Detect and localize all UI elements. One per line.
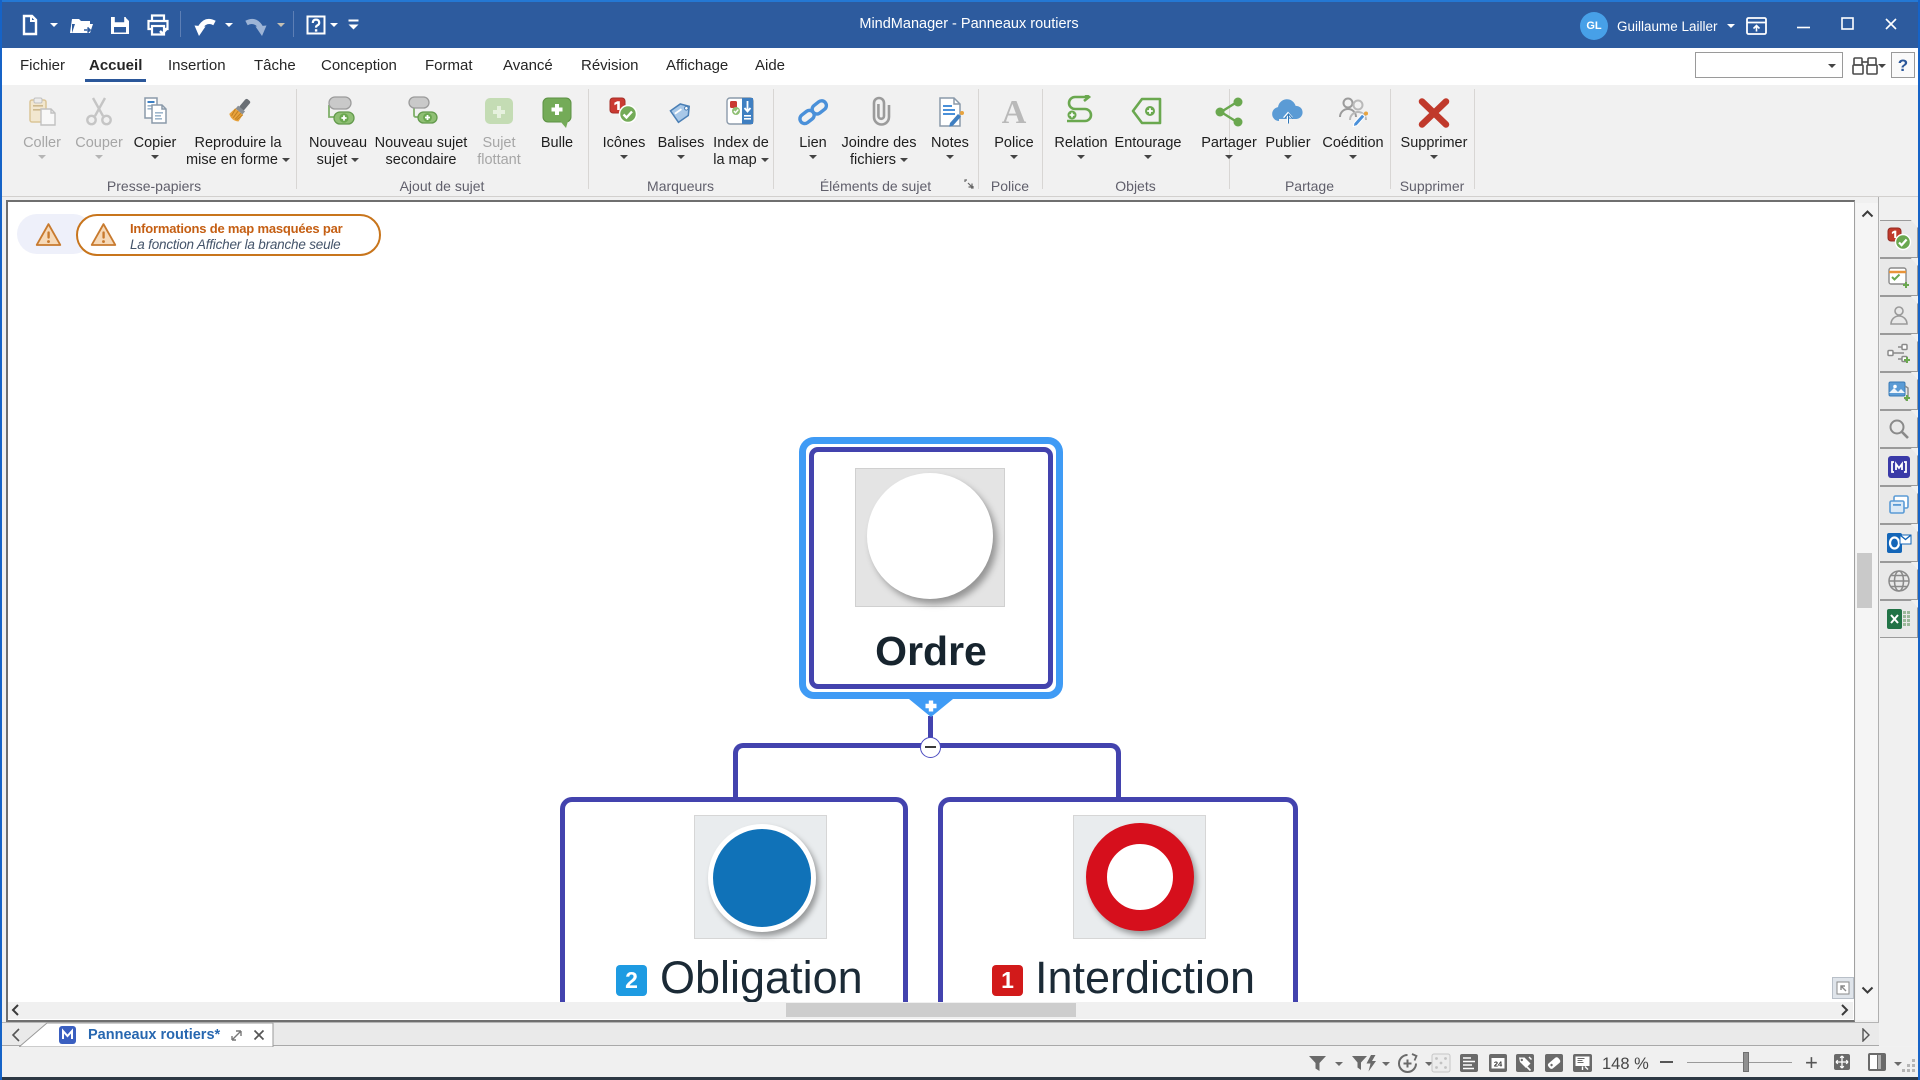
svg-text:A: A [1002, 95, 1027, 129]
svg-text:24: 24 [1494, 1060, 1503, 1069]
